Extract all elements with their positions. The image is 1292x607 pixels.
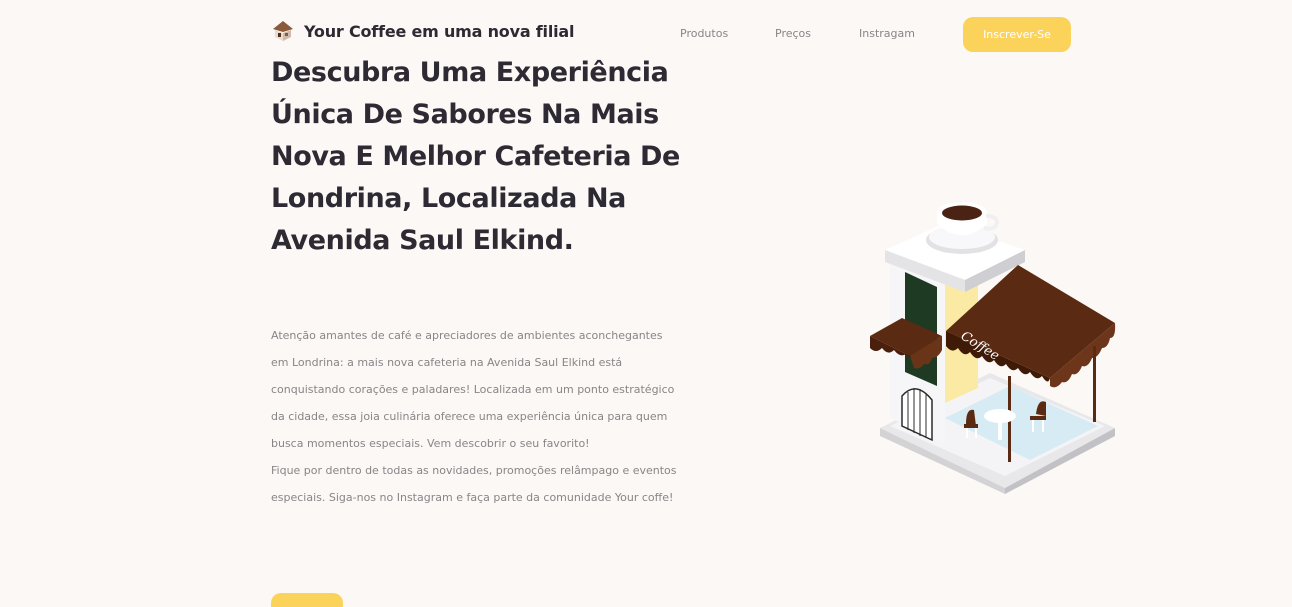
isometric-coffee-shop-illustration: Coffee: [870, 202, 1116, 494]
hero-paragraph-2: Fique por dentro de todas as novidades, …: [271, 464, 677, 504]
nav-link-produtos[interactable]: Produtos: [680, 27, 728, 40]
nav-link-instagram[interactable]: Instragam: [859, 27, 915, 40]
brand-name: Your Coffee em uma nova filial: [304, 21, 575, 41]
hero-description: Atenção amantes de café e apreciadores d…: [271, 322, 681, 511]
hero-title: Descubra Uma Experiência Única De Sabore…: [271, 57, 680, 256]
hero-paragraph-1: Atenção amantes de café e apreciadores d…: [271, 329, 675, 450]
hero-action-button[interactable]: Add: [271, 593, 343, 607]
coffee-shop-logo-icon: [273, 21, 293, 41]
brand[interactable]: Your Coffee em uma nova filial: [272, 20, 574, 42]
subscribe-button[interactable]: Inscrever-Se: [963, 17, 1071, 52]
nav-link-precos[interactable]: Preços: [775, 27, 811, 40]
